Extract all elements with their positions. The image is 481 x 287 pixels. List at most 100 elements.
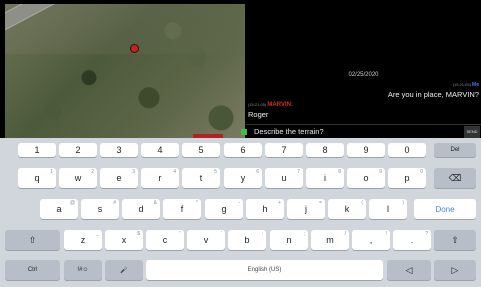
cursor-left-key[interactable]: ◁ [387,260,431,280]
key-z[interactable]: z _ [64,230,102,250]
key-5[interactable]: 5 [182,143,220,157]
key-y[interactable]: y6 [224,168,262,188]
location-marker-icon[interactable] [130,44,139,53]
key-t[interactable]: t5 [182,168,220,188]
key-b[interactable]: b: [228,230,266,250]
key-2[interactable]: 2 [59,143,97,157]
cursor-right-key-label: ▷ [451,264,459,275]
key-p[interactable]: p0 [388,168,426,188]
key-g-label: g [221,204,227,214]
key-6[interactable]: 6 [224,143,262,157]
shift-left-key[interactable]: ⇧ [5,230,60,250]
key-u[interactable]: u7 [265,168,303,188]
key-9[interactable]: 9 [347,143,385,157]
key-1[interactable]: 1 [18,143,56,157]
key-period-label: . [410,235,414,245]
key-0-label: 0 [404,145,410,155]
key-a[interactable]: a @ [40,199,78,219]
send-button[interactable]: SEND [464,126,480,138]
outgoing-meta: (15:21:05) Me [453,82,479,88]
key-i[interactable]: i8 [306,168,344,188]
key-e-hint: 3 [132,169,135,175]
key-6-label: 6 [240,145,246,155]
key-n[interactable]: n; [270,230,308,250]
key-g-hint: - [238,200,240,206]
key-h[interactable]: h + [246,199,284,219]
key-x[interactable]: x $ [105,230,143,250]
key-comma-label: , [369,235,373,245]
shift-right-key[interactable]: ⇧ [434,230,476,250]
key-comma-hint: ! [385,231,387,237]
key-m-hint: / [344,231,346,237]
key-8[interactable]: 8 [306,143,344,157]
key-w[interactable]: w2 [59,168,97,188]
key-x-label: x [121,235,127,245]
key-j[interactable]: j = [287,199,325,219]
key-a-hint: @ [69,200,75,206]
key-c[interactable]: c " [146,230,184,250]
key-i-hint: 8 [338,169,341,175]
key-e-label: e [116,173,122,183]
symbols-key[interactable]: !#☺ [64,260,102,280]
cursor-right-key[interactable]: ▷ [434,260,476,280]
chat-input[interactable]: Describe the terrain? [254,127,324,136]
key-t-hint: 5 [214,169,217,175]
key-t-label: t [199,173,203,183]
backspace-key[interactable]: ⌫ [434,168,476,188]
mic-key[interactable]: 🎤 [105,260,143,280]
key-c-label: c [162,235,168,245]
key-f-hint: * [196,200,198,206]
key-q-label: q [34,173,40,183]
key-b-label: b [244,235,250,245]
key-p-hint: 0 [420,169,423,175]
key-3[interactable]: 3 [100,143,138,157]
key-v-hint: ' [221,231,222,237]
key-s-label: s [97,204,103,214]
ctrl-key[interactable]: Ctrl [5,260,60,280]
map-terrain-shade [5,4,245,54]
delete-key-label: Del [450,147,460,153]
ctrl-key-label: Ctrl [27,267,38,273]
app-top-area: 02/25/2020 (15:21:05) Me Are you in plac… [0,0,481,138]
key-7-label: 7 [281,145,287,155]
key-g[interactable]: g- [205,199,243,219]
chat-date: 02/25/2020 [348,72,379,78]
key-l[interactable]: l) [369,199,407,219]
online-status-icon [241,129,247,135]
delete-key[interactable]: Del [434,143,476,157]
key-q[interactable]: q1 [18,168,56,188]
outgoing-sender: Me [472,82,479,88]
key-o[interactable]: o9 [347,168,385,188]
key-e[interactable]: e3 [100,168,138,188]
key-u-label: u [281,173,287,183]
shift-right-key-label: ⇧ [451,234,459,245]
space-bar[interactable]: English (US) [146,260,383,280]
symbols-key-label: !#☺ [77,267,89,273]
key-k[interactable]: k( [328,199,366,219]
done-button[interactable]: Done [414,199,476,219]
key-comma[interactable]: ,! [352,230,390,250]
key-h-label: h [262,204,268,214]
key-d[interactable]: d & [122,199,160,219]
key-u-hint: 7 [297,169,300,175]
key-5-label: 5 [198,145,204,155]
key-0[interactable]: 0 [388,143,426,157]
key-n-label: n [286,235,292,245]
key-p-label: p [404,173,410,183]
key-v[interactable]: v ' [187,230,225,250]
chat-panel: 02/25/2020 (15:21:05) Me Are you in plac… [241,4,481,138]
key-n-hint: ; [303,231,305,237]
key-m[interactable]: m / [311,230,349,250]
key-r[interactable]: r4 [141,168,179,188]
key-s[interactable]: s # [81,199,119,219]
key-w-hint: 2 [91,169,94,175]
key-4[interactable]: 4 [141,143,179,157]
key-f[interactable]: f * [163,199,201,219]
key-7[interactable]: 7 [265,143,303,157]
satellite-map[interactable] [5,4,245,138]
done-button-label: Done [435,204,455,214]
key-l-label: l [387,204,389,214]
key-m-label: m [326,235,334,245]
key-period[interactable]: .? [393,230,431,250]
incoming-time: (15:21:05) [248,102,267,107]
